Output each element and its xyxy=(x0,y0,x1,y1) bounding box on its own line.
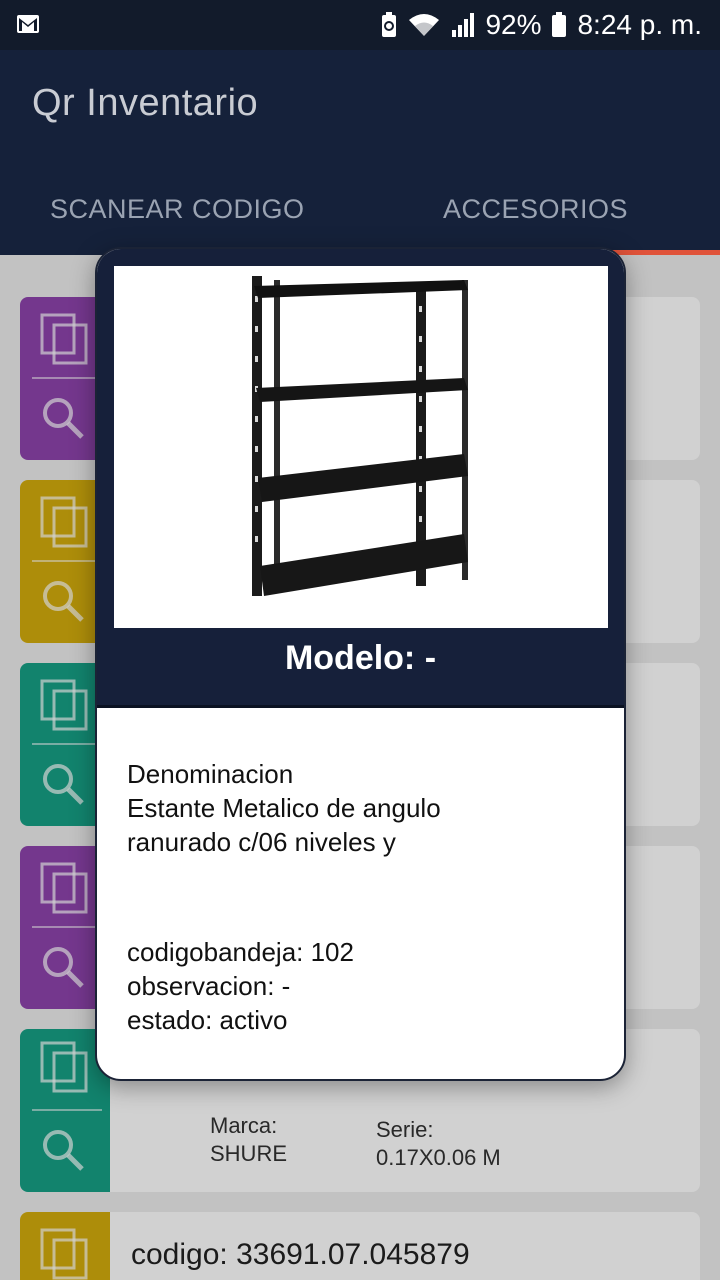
denominacion-line-1: Estante Metalico de angulo xyxy=(127,793,441,823)
gmail-icon xyxy=(17,15,39,33)
battery-icon xyxy=(552,12,567,37)
product-image xyxy=(114,266,608,628)
codigobandeja-text: codigobandeja: 102 xyxy=(127,937,354,967)
battery-percent: 92% xyxy=(485,9,542,40)
wifi-icon xyxy=(409,14,440,36)
clock: 8:24 p. m. xyxy=(577,9,702,40)
battery-saver-icon xyxy=(382,12,397,37)
modelo-title: Modelo: - xyxy=(284,639,437,677)
detail-dialog: Modelo: - Denominacion Estante Metalico … xyxy=(95,247,626,1081)
dialog-header: Modelo: - xyxy=(97,249,624,707)
tab-scanear-codigo[interactable]: SCANEAR CODIGO xyxy=(50,194,305,225)
denominacion-line-2: ranurado c/06 niveles y xyxy=(127,827,396,857)
status-bar: 92% 8:24 p. m. xyxy=(0,0,720,50)
metal-shelf-image xyxy=(252,276,468,596)
signal-icon xyxy=(452,13,475,37)
tab-bar: SCANEAR CODIGO ACCESORIOS xyxy=(0,190,720,252)
header-divider xyxy=(97,705,624,708)
estado-text: estado: activo xyxy=(127,1005,288,1035)
tab-accesorios[interactable]: ACCESORIOS xyxy=(443,194,628,225)
denominacion-label: Denominacion xyxy=(127,759,294,789)
observacion-text: observacion: - xyxy=(127,971,291,1001)
app-title: Qr Inventario xyxy=(32,82,259,124)
